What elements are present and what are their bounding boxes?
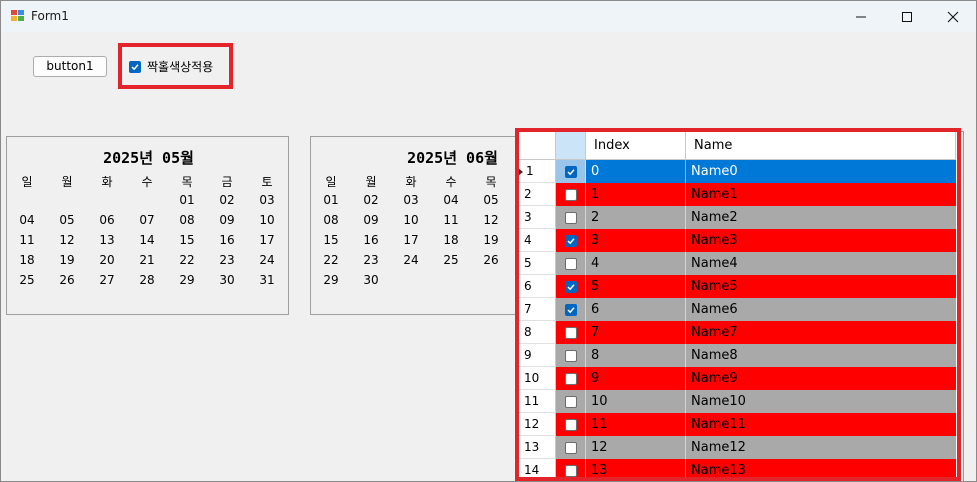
weekday-label: 목 xyxy=(485,175,497,189)
calendar-day[interactable]: 03 xyxy=(391,193,431,207)
calendar-day[interactable]: 11 xyxy=(7,233,47,247)
calendar-day[interactable]: 18 xyxy=(7,253,47,267)
calendar-day[interactable]: 20 xyxy=(87,253,127,267)
calendar-day[interactable]: 05 xyxy=(471,193,511,207)
weekday-label: 목 xyxy=(181,175,193,189)
calendar-day[interactable]: 29 xyxy=(311,273,351,287)
form-app-icon xyxy=(11,10,25,22)
calendar-day[interactable]: 13 xyxy=(87,233,127,247)
calendar-day[interactable]: 24 xyxy=(391,253,431,267)
calendar-day[interactable]: 08 xyxy=(311,213,351,227)
calendar-day[interactable]: 19 xyxy=(471,233,511,247)
calendar-day[interactable]: 09 xyxy=(207,213,247,227)
calendar-day[interactable]: 10 xyxy=(247,213,287,227)
calendar-day[interactable]: 19 xyxy=(47,253,87,267)
calendar-day[interactable]: 16 xyxy=(207,233,247,247)
calendar-day[interactable]: 22 xyxy=(167,253,207,267)
weekday-label: 토 xyxy=(261,175,273,189)
calendar-may[interactable]: 2025년 05월 일 월 화 수 목 금 토 01 02 03 04 05 06 07 08 09 10 11 1… xyxy=(6,136,289,315)
calendar-day[interactable]: 16 xyxy=(351,233,391,247)
title-bar: Form1 xyxy=(1,1,976,32)
calendar-day[interactable]: 21 xyxy=(127,253,167,267)
calendar-day[interactable]: 26 xyxy=(47,273,87,287)
alternate-color-checkbox[interactable]: 짝홀색상적용 xyxy=(129,58,213,75)
weekday-label: 일 xyxy=(325,175,337,189)
calendar-day[interactable]: 23 xyxy=(351,253,391,267)
weekday-label: 수 xyxy=(445,175,457,189)
close-icon xyxy=(947,11,959,22)
calendar-day[interactable]: 06 xyxy=(87,213,127,227)
calendar-day[interactable]: 05 xyxy=(47,213,87,227)
calendar-day[interactable]: 02 xyxy=(351,193,391,207)
weekday-label: 화 xyxy=(405,175,417,189)
weekday-label: 수 xyxy=(141,175,153,189)
calendar-day[interactable]: 26 xyxy=(471,253,511,267)
calendar-day[interactable]: 18 xyxy=(431,233,471,247)
minimize-button[interactable] xyxy=(838,1,884,32)
checkbox-label: 짝홀색상적용 xyxy=(147,60,214,74)
weekday-label: 월 xyxy=(365,175,377,189)
calendar-day[interactable]: 27 xyxy=(87,273,127,287)
calendar-day[interactable]: 15 xyxy=(311,233,351,247)
calendar-day[interactable]: 17 xyxy=(247,233,287,247)
calendar-title: 2025년 05월 xyxy=(103,149,194,167)
weekday-label: 화 xyxy=(101,175,113,189)
calendar-day[interactable]: 01 xyxy=(311,193,351,207)
maximize-icon xyxy=(902,11,912,22)
weekday-label: 월 xyxy=(61,175,73,189)
calendar-day[interactable]: 04 xyxy=(431,193,471,207)
checkbox-box[interactable] xyxy=(129,60,141,73)
calendar-day[interactable]: 30 xyxy=(207,273,247,287)
minimize-icon xyxy=(856,16,866,17)
calendar-day[interactable]: 08 xyxy=(167,213,207,227)
calendar-day[interactable]: 02 xyxy=(207,193,247,207)
calendar-day[interactable]: 22 xyxy=(311,253,351,267)
calendar-day[interactable]: 31 xyxy=(247,273,287,287)
calendar-day[interactable]: 03 xyxy=(247,193,287,207)
button1[interactable]: button1 xyxy=(33,56,107,77)
checkmark-icon xyxy=(131,63,139,70)
maximize-button[interactable] xyxy=(884,1,930,32)
window-title: Form1 xyxy=(31,9,69,23)
calendar-day[interactable]: 29 xyxy=(167,273,207,287)
weekday-label: 일 xyxy=(21,175,33,189)
calendar-day[interactable]: 30 xyxy=(351,273,391,287)
calendar-day[interactable]: 25 xyxy=(431,253,471,267)
app-window: Form1 button1 짝홀색상적용 2025년 05월 일 월 화 수 목 금 토 01… xyxy=(0,0,977,482)
calendar-day[interactable]: 01 xyxy=(167,193,207,207)
calendar-day[interactable]: 10 xyxy=(391,213,431,227)
calendar-day[interactable]: 23 xyxy=(207,253,247,267)
calendar-day[interactable]: 15 xyxy=(167,233,207,247)
calendar-day[interactable]: 07 xyxy=(127,213,167,227)
close-button[interactable] xyxy=(930,1,976,32)
calendar-day[interactable]: 09 xyxy=(351,213,391,227)
grid-highlight-box xyxy=(515,128,961,481)
calendar-day[interactable]: 17 xyxy=(391,233,431,247)
calendar-day[interactable]: 12 xyxy=(471,213,511,227)
weekday-label: 금 xyxy=(221,175,233,189)
calendar-day[interactable]: 12 xyxy=(47,233,87,247)
calendar-day[interactable]: 14 xyxy=(127,233,167,247)
calendar-day[interactable]: 28 xyxy=(127,273,167,287)
calendar-day[interactable]: 24 xyxy=(247,253,287,267)
calendar-day[interactable]: 04 xyxy=(7,213,47,227)
calendar-day[interactable]: 11 xyxy=(431,213,471,227)
form-client-area: button1 짝홀색상적용 2025년 05월 일 월 화 수 목 금 토 01 02 03 04… xyxy=(1,32,976,481)
calendar-day[interactable]: 25 xyxy=(7,273,47,287)
